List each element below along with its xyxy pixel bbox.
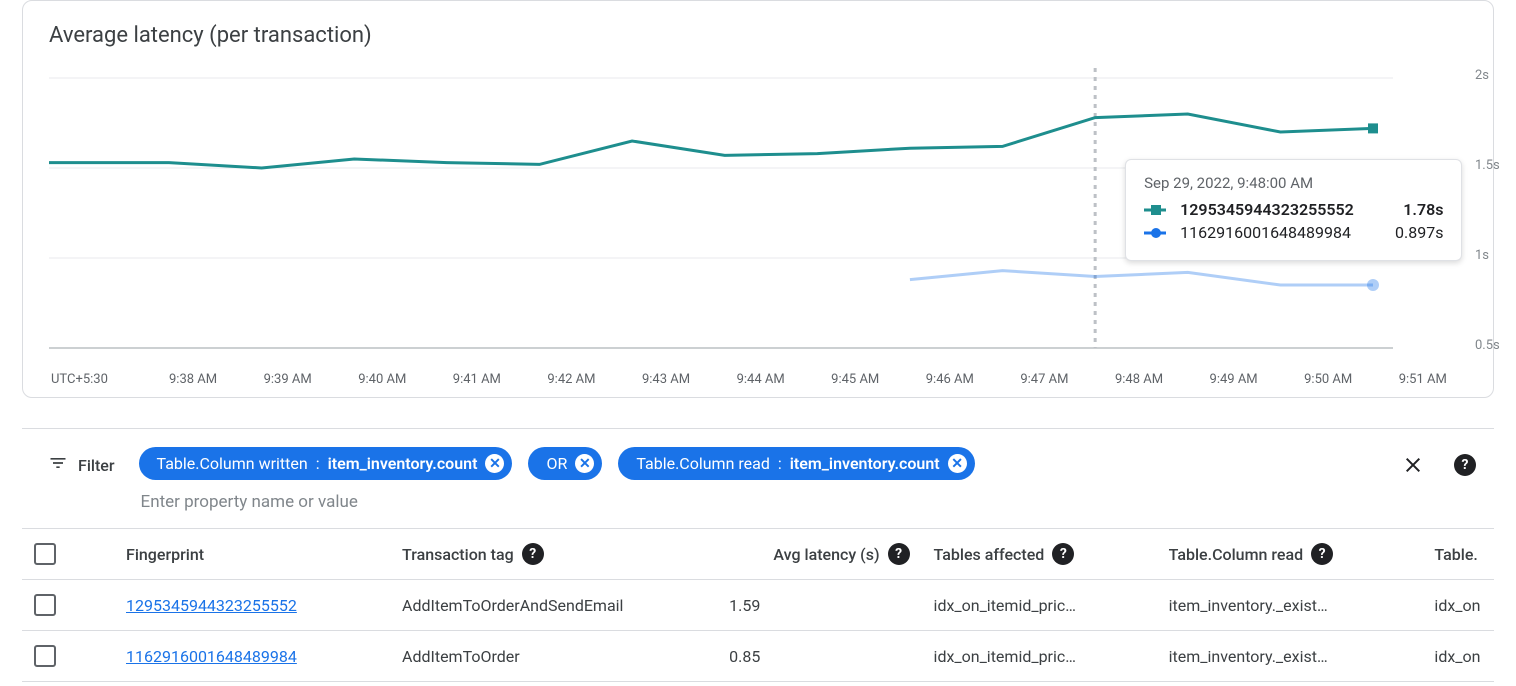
tooltip-series-name: 1162916001648489984 [1180, 223, 1351, 242]
filter-text: Filter [78, 456, 115, 475]
latency-chart-card: Average latency (per transaction) 2s 1.5… [22, 0, 1494, 398]
tooltip-row-active: 1295345944323255552 1.78s [1144, 200, 1443, 219]
x-tick-label: 9:38 AM [169, 372, 217, 387]
y-tick-1-5s: 1.5s [1475, 158, 1500, 173]
filter-input[interactable]: Enter property name or value [139, 486, 1400, 518]
chip-key: Table.Column read [636, 454, 770, 473]
overflow-cell: idx_on [1422, 580, 1494, 631]
x-tick-label: 9:51 AM [1399, 372, 1447, 387]
x-tick-container: 9:38 AM 9:39 AM 9:40 AM 9:41 AM 9:42 AM 9:43 … [169, 372, 1467, 387]
filter-actions: ? [1400, 447, 1478, 483]
transaction-tag-cell: AddItemToOrder [390, 631, 717, 682]
chart-x-axis: UTC+5:30 9:38 AM 9:39 AM 9:40 AM 9:41 AM 9:4… [49, 372, 1467, 387]
x-tick-label: 9:42 AM [547, 372, 595, 387]
tooltip-series-value: 0.897s [1395, 223, 1443, 242]
y-tick-1s: 1s [1475, 248, 1489, 263]
row-checkbox-cell [22, 631, 114, 682]
transactions-table: Fingerprint Transaction tag? Avg latency… [22, 528, 1494, 682]
clear-filter-button[interactable] [1400, 452, 1426, 478]
x-tick-label: 9:50 AM [1304, 372, 1352, 387]
chip-key: Table.Column written [157, 454, 308, 473]
chip-remove-icon[interactable]: ✕ [485, 454, 504, 473]
select-all-checkbox[interactable] [34, 543, 56, 565]
chip-value: item_inventory.count [328, 454, 478, 473]
chart-tooltip: Sep 29, 2022, 9:48:00 AM 129534594432325… [1125, 159, 1462, 261]
filter-chip[interactable]: Table.Column read: item_inventory.count✕ [618, 447, 974, 480]
close-icon [1401, 453, 1425, 477]
tables-affected-cell: idx_on_itemid_pric… [922, 580, 1157, 631]
x-tick-label: 9:41 AM [453, 372, 501, 387]
x-tick-label: 9:43 AM [642, 372, 690, 387]
tooltip-series-name: 1295345944323255552 [1180, 200, 1359, 219]
filter-help-button[interactable]: ? [1452, 452, 1478, 478]
help-icon[interactable]: ? [522, 543, 544, 565]
help-icon[interactable]: ? [888, 543, 910, 565]
header-column-read[interactable]: Table.Column read? [1157, 529, 1423, 580]
header-checkbox-cell [22, 529, 114, 580]
tooltip-series-value: 1.78s [1403, 200, 1443, 219]
table-header-row: Fingerprint Transaction tag? Avg latency… [22, 529, 1494, 580]
filter-chip-row: Table.Column written: item_inventory.cou… [139, 447, 1400, 480]
row-checkbox[interactable] [34, 645, 56, 667]
header-fingerprint[interactable]: Fingerprint [114, 529, 390, 580]
chip-text: OR [546, 454, 567, 473]
y-tick-2s: 2s [1475, 68, 1489, 83]
x-tick-label: 9:39 AM [264, 372, 312, 387]
help-icon: ? [1454, 454, 1476, 476]
x-tick-label: 9:47 AM [1020, 372, 1068, 387]
x-timezone-label: UTC+5:30 [49, 372, 169, 387]
filter-chip-operator[interactable]: OR ✕ [528, 447, 602, 480]
chip-remove-icon[interactable]: ✕ [948, 454, 967, 473]
chip-value: item_inventory.count [790, 454, 940, 473]
fingerprint-link[interactable]: 1162916001648489984 [114, 631, 390, 682]
column-read-cell: item_inventory._exist… [1157, 631, 1423, 682]
row-checkbox[interactable] [34, 594, 56, 616]
column-read-cell: item_inventory._exist… [1157, 580, 1423, 631]
x-tick-label: 9:40 AM [358, 372, 406, 387]
help-icon[interactable]: ? [1052, 543, 1074, 565]
filter-chip[interactable]: Table.Column written: item_inventory.cou… [139, 447, 513, 480]
tables-affected-cell: idx_on_itemid_pric… [922, 631, 1157, 682]
transaction-tag-cell: AddItemToOrderAndSendEmail [390, 580, 717, 631]
x-tick-label: 9:44 AM [737, 372, 785, 387]
x-tick-label: 9:45 AM [831, 372, 879, 387]
series-marker-circle-icon [1144, 227, 1166, 239]
tooltip-time: Sep 29, 2022, 9:48:00 AM [1144, 174, 1443, 192]
tooltip-row: 1162916001648489984 0.897s [1144, 223, 1443, 242]
avg-latency-cell: 1.59 [717, 580, 921, 631]
header-avg-latency[interactable]: Avg latency (s)? [717, 529, 921, 580]
chip-remove-icon[interactable]: ✕ [575, 454, 594, 473]
x-tick-label: 9:49 AM [1210, 372, 1258, 387]
header-overflow[interactable]: Table. [1422, 529, 1494, 580]
filter-label[interactable]: Filter [48, 447, 115, 483]
x-tick-label: 9:46 AM [926, 372, 974, 387]
filter-icon [48, 453, 68, 477]
fingerprint-link[interactable]: 1295345944323255552 [114, 580, 390, 631]
header-transaction-tag[interactable]: Transaction tag? [390, 529, 717, 580]
chart-title: Average latency (per transaction) [49, 1, 1467, 48]
filter-bar: Filter Table.Column written: item_invent… [22, 441, 1494, 520]
chart-plot-area[interactable]: 2s 1.5s 1s 0.5s Sep 29, 2022, 9:48:00 AM… [49, 58, 1467, 362]
avg-latency-cell: 0.85 [717, 631, 921, 682]
header-tables-affected[interactable]: Tables affected? [922, 529, 1157, 580]
row-checkbox-cell [22, 580, 114, 631]
help-icon[interactable]: ? [1311, 543, 1333, 565]
series-marker-square-icon [1144, 204, 1166, 216]
table-row: 1295345944323255552AddItemToOrderAndSend… [22, 580, 1494, 631]
table-row: 1162916001648489984AddItemToOrder0.85idx… [22, 631, 1494, 682]
overflow-cell: idx_on [1422, 631, 1494, 682]
x-tick-label: 9:48 AM [1115, 372, 1163, 387]
y-tick-0-5s: 0.5s [1475, 338, 1500, 353]
filter-chip-area: Table.Column written: item_inventory.cou… [139, 447, 1400, 518]
results-section: Filter Table.Column written: item_invent… [22, 428, 1494, 682]
